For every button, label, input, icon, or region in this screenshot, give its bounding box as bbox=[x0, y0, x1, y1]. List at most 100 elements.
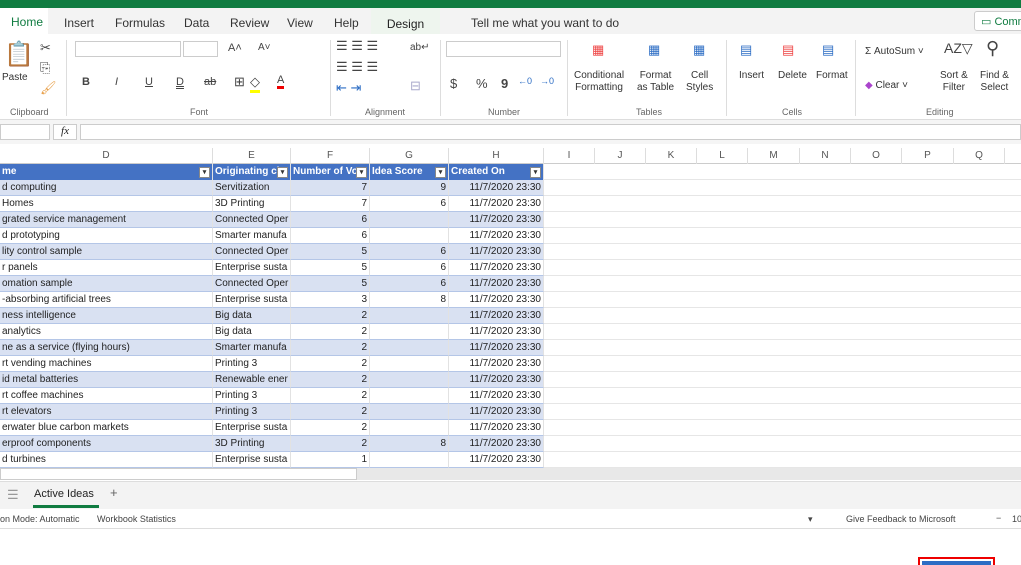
table-header[interactable]: Created On ▾ bbox=[449, 164, 544, 180]
table-cell[interactable]: d computing bbox=[0, 180, 213, 196]
table-cell[interactable] bbox=[370, 356, 449, 372]
borders-icon[interactable]: ⊞ bbox=[234, 74, 245, 90]
table-cell[interactable]: Printing 3 bbox=[213, 356, 291, 372]
cell-styles-button[interactable]: Cell Styles bbox=[686, 70, 713, 94]
highlighted-button[interactable] bbox=[918, 557, 995, 565]
comments-button[interactable]: ▭ Comm bbox=[974, 11, 1021, 31]
filter-dropdown-icon[interactable]: ▾ bbox=[277, 167, 288, 178]
table-cell[interactable]: Connected Oper bbox=[213, 276, 291, 292]
decrease-decimal-icon[interactable]: →0 bbox=[540, 76, 554, 86]
paste-icon[interactable]: 📋 bbox=[4, 40, 34, 69]
tab-help[interactable]: Help bbox=[334, 16, 359, 30]
table-cell[interactable]: Printing 3 bbox=[213, 388, 291, 404]
table-cell[interactable]: 5 bbox=[291, 276, 370, 292]
tab-design[interactable]: Design bbox=[371, 8, 440, 35]
font-color-icon[interactable]: A bbox=[277, 74, 285, 89]
table-cell[interactable]: erproof components bbox=[0, 436, 213, 452]
table-cell[interactable]: Enterprise susta bbox=[213, 292, 291, 308]
font-name-select[interactable] bbox=[75, 41, 181, 57]
workbook-statistics[interactable]: Workbook Statistics bbox=[97, 514, 176, 524]
horizontal-scrollbar[interactable] bbox=[0, 468, 357, 480]
column-header-P[interactable]: P bbox=[902, 148, 954, 164]
table-cell[interactable]: 2 bbox=[291, 436, 370, 452]
number-format-select[interactable] bbox=[446, 41, 561, 57]
table-cell[interactable]: rt vending machines bbox=[0, 356, 213, 372]
column-header-J[interactable]: J bbox=[595, 148, 646, 164]
table-cell[interactable]: 7 bbox=[291, 180, 370, 196]
table-cell[interactable]: 6 bbox=[291, 228, 370, 244]
table-cell[interactable] bbox=[370, 372, 449, 388]
table-cell[interactable]: Big data bbox=[213, 324, 291, 340]
increase-decimal-icon[interactable]: ←0 bbox=[518, 76, 532, 86]
table-cell[interactable]: 6 bbox=[370, 276, 449, 292]
column-header-H[interactable]: H bbox=[449, 148, 544, 164]
table-cell[interactable]: 2 bbox=[291, 420, 370, 436]
table-cell[interactable]: analytics bbox=[0, 324, 213, 340]
table-cell[interactable]: 6 bbox=[370, 196, 449, 212]
comma-button[interactable]: 9 bbox=[501, 76, 508, 91]
column-header-L[interactable]: L bbox=[697, 148, 748, 164]
table-cell[interactable]: d prototyping bbox=[0, 228, 213, 244]
currency-button[interactable]: $ bbox=[450, 76, 457, 91]
status-dropdown-icon[interactable]: ▾ bbox=[808, 514, 813, 525]
table-cell[interactable]: 11/7/2020 23:30 bbox=[449, 228, 544, 244]
table-cell[interactable]: 2 bbox=[291, 308, 370, 324]
table-cell[interactable]: 11/7/2020 23:30 bbox=[449, 436, 544, 452]
table-cell[interactable]: Servitization bbox=[213, 180, 291, 196]
tab-review[interactable]: Review bbox=[230, 16, 269, 30]
table-cell[interactable]: 7 bbox=[291, 196, 370, 212]
format-painter-icon[interactable]: 🖌 bbox=[40, 80, 57, 96]
table-cell[interactable]: 11/7/2020 23:30 bbox=[449, 420, 544, 436]
table-cell[interactable]: 11/7/2020 23:30 bbox=[449, 244, 544, 260]
table-cell[interactable]: 11/7/2020 23:30 bbox=[449, 260, 544, 276]
sheet-tab-active-ideas[interactable]: Active Ideas bbox=[34, 488, 94, 500]
shrink-font-icon[interactable]: A˅ bbox=[258, 42, 271, 53]
filter-dropdown-icon[interactable]: ▾ bbox=[356, 167, 367, 178]
table-cell[interactable]: r panels bbox=[0, 260, 213, 276]
name-box[interactable] bbox=[0, 124, 50, 140]
table-cell[interactable] bbox=[370, 308, 449, 324]
table-cell[interactable]: 2 bbox=[291, 356, 370, 372]
sort-filter-button[interactable]: Sort & Filter bbox=[940, 70, 968, 94]
table-cell[interactable]: 2 bbox=[291, 340, 370, 356]
copy-icon[interactable]: ⎘ bbox=[40, 60, 50, 76]
table-header[interactable]: Number of Vo ▾ bbox=[291, 164, 370, 180]
table-header[interactable]: me ▾ bbox=[0, 164, 213, 180]
align-top-icon[interactable]: ☰ ☰ ☰ bbox=[336, 38, 378, 54]
tab-data[interactable]: Data bbox=[184, 16, 209, 30]
table-cell[interactable]: 2 bbox=[291, 324, 370, 340]
tab-insert[interactable]: Insert bbox=[64, 16, 94, 30]
table-cell[interactable]: Smarter manufa bbox=[213, 228, 291, 244]
column-header-I[interactable]: I bbox=[544, 148, 595, 164]
format-as-table-button[interactable]: Format as Table bbox=[637, 70, 674, 94]
indent-icon[interactable]: ⇤ ⇥ bbox=[336, 80, 361, 96]
double-underline-button[interactable]: D bbox=[176, 76, 184, 88]
insert-cells-button[interactable]: Insert bbox=[739, 70, 764, 82]
find-select-button[interactable]: Find & Select bbox=[980, 70, 1009, 94]
table-cell[interactable]: lity control sample bbox=[0, 244, 213, 260]
filter-dropdown-icon[interactable]: ▾ bbox=[530, 167, 541, 178]
formula-input[interactable] bbox=[80, 124, 1021, 140]
table-header[interactable]: Originating cl ▾ bbox=[213, 164, 291, 180]
table-cell[interactable]: 11/7/2020 23:30 bbox=[449, 292, 544, 308]
tab-formulas[interactable]: Formulas bbox=[115, 16, 165, 30]
column-header-Q[interactable]: Q bbox=[954, 148, 1005, 164]
table-cell[interactable]: 1 bbox=[291, 452, 370, 468]
format-cells-button[interactable]: Format bbox=[816, 70, 848, 82]
table-cell[interactable]: 11/7/2020 23:30 bbox=[449, 452, 544, 468]
table-cell[interactable]: d turbines bbox=[0, 452, 213, 468]
table-cell[interactable]: Connected Oper bbox=[213, 244, 291, 260]
table-cell[interactable] bbox=[370, 212, 449, 228]
table-cell[interactable]: rt elevators bbox=[0, 404, 213, 420]
strikethrough-button[interactable]: ab bbox=[204, 76, 216, 88]
column-header-D[interactable]: D bbox=[0, 148, 213, 164]
table-cell[interactable]: 2 bbox=[291, 372, 370, 388]
table-cell[interactable] bbox=[370, 388, 449, 404]
fill-color-icon[interactable]: ◇ bbox=[250, 74, 260, 93]
table-cell[interactable]: ness intelligence bbox=[0, 308, 213, 324]
table-cell[interactable]: -absorbing artificial trees bbox=[0, 292, 213, 308]
table-cell[interactable]: 3D Printing bbox=[213, 196, 291, 212]
align-left-icon[interactable]: ☰ ☰ ☰ bbox=[336, 59, 378, 75]
table-cell[interactable]: 5 bbox=[291, 244, 370, 260]
table-cell[interactable] bbox=[370, 420, 449, 436]
